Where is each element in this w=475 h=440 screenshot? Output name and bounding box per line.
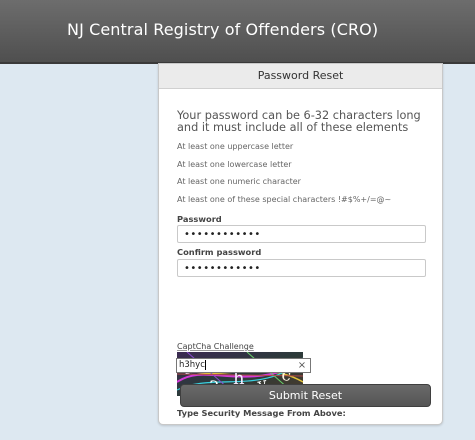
captcha-label: CaptCha Challenge bbox=[177, 342, 254, 351]
security-message-input[interactable]: h3hyc bbox=[176, 358, 311, 373]
security-message-value: h3hyc bbox=[179, 360, 205, 370]
app-header: NJ Central Registry of Offenders (CRO) bbox=[0, 0, 475, 64]
clear-icon[interactable]: × bbox=[296, 358, 308, 373]
password-label: Password bbox=[177, 214, 222, 224]
security-message-label: Type Security Message From Above: bbox=[177, 408, 346, 418]
confirm-password-input[interactable]: •••••••••••• bbox=[177, 259, 426, 277]
requirement-numeric: At least one numeric character bbox=[177, 177, 301, 186]
requirement-special: At least one of these special characters… bbox=[177, 195, 392, 204]
password-rules-intro: Your password can be 6-32 characters lon… bbox=[177, 109, 421, 134]
app-title: NJ Central Registry of Offenders (CRO) bbox=[67, 20, 379, 39]
password-input[interactable]: •••••••••••• bbox=[177, 225, 426, 243]
confirm-password-label: Confirm password bbox=[177, 247, 262, 257]
requirement-lowercase: At least one lowercase letter bbox=[177, 160, 292, 169]
submit-reset-button[interactable]: Submit Reset bbox=[180, 384, 431, 407]
card-title: Password Reset bbox=[159, 64, 442, 89]
text-caret bbox=[204, 359, 206, 370]
requirement-uppercase: At least one uppercase letter bbox=[177, 142, 294, 151]
